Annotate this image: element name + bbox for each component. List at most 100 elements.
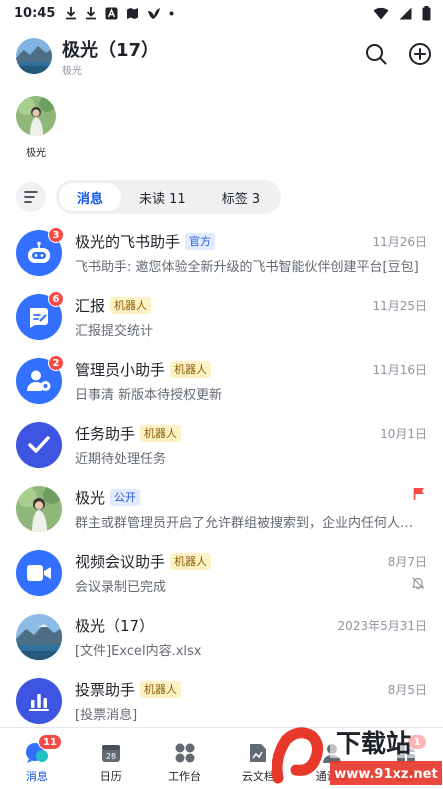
bird-icon (148, 7, 161, 19)
nav-cloud-docs[interactable]: 云文档 (221, 728, 295, 789)
contacts-icon (323, 744, 342, 763)
video-avatar (16, 550, 62, 596)
mute-indicator (411, 575, 425, 594)
bottom-nav: 11 消息 28 日历 工作台 云文档 通讯录 1 更多 (0, 727, 443, 789)
download-icon (66, 7, 77, 20)
chat-tag: 公开 (110, 489, 141, 506)
unread-badge: 2 (48, 355, 64, 371)
nav-label: 通讯录 (315, 770, 349, 783)
nav-label: 消息 (25, 770, 48, 783)
calendar-day: 28 (106, 752, 116, 761)
nav-workbench[interactable]: 工作台 (148, 728, 222, 789)
nav-badge: 1 (407, 734, 428, 750)
chat-row[interactable]: 视频会议助手 机器人 8月7日 会议录制已完成 (0, 542, 443, 606)
chat-name: 极光的飞书助手 (75, 233, 181, 251)
tab-unread[interactable]: 未读 11 (121, 183, 204, 211)
chat-tag: 官方 (185, 233, 216, 250)
search-button[interactable] (362, 40, 390, 68)
contact-avatar (16, 486, 62, 532)
chat-preview: 飞书助手: 邀您体验全新升级的飞书智能伙伴创建平台[豆包] (75, 260, 419, 275)
filter-icon (24, 191, 38, 203)
nav-label: 工作台 (168, 770, 202, 783)
chat-row[interactable]: 2 管理员小助手 机器人 11月16日 日事清 新版本待授权更新 (0, 350, 443, 414)
chat-row[interactable]: 3 极光的飞书助手 官方 11月26日 飞书助手: 邀您体验全新升级的飞书智能伙伴… (0, 222, 443, 286)
chat-name: 管理员小助手 (75, 361, 166, 379)
contact-name: 极光 (26, 148, 46, 159)
video-icon (27, 565, 51, 581)
status-bar: 10:45 (0, 0, 443, 26)
filter-button[interactable] (16, 182, 46, 212)
chat-tag: 机器人 (170, 361, 212, 378)
message-tabs: 消息 未读 11 标签 3 (56, 180, 282, 214)
pinned-contact[interactable]: 极光 (14, 96, 58, 159)
task-icon (28, 436, 50, 453)
tab-messages[interactable]: 消息 (59, 183, 122, 211)
tab-labels[interactable]: 标签 3 (204, 183, 278, 211)
header: 极光（17） 极光 (0, 30, 443, 82)
workbench-icon (175, 743, 195, 763)
chat-name: 汇报 (75, 297, 106, 315)
flag-button[interactable] (413, 486, 425, 505)
add-button[interactable] (406, 40, 434, 68)
group-avatar (16, 614, 62, 660)
map-icon (127, 7, 139, 19)
chat-preview: 汇报提交统计 (75, 324, 154, 339)
chat-tag: 机器人 (140, 681, 182, 698)
chat-tag: 机器人 (140, 425, 182, 442)
page-subtitle: 极光 (62, 66, 82, 77)
robot-icon (28, 241, 50, 263)
chat-date: 10月1日 (380, 427, 427, 441)
report-icon (30, 308, 48, 328)
signal-icon (399, 7, 412, 19)
chat-row[interactable]: 投票助手 机器人 8月5日 [投票消息] (0, 670, 443, 734)
chat-name: 视频会议助手 (75, 553, 166, 571)
task-avatar (16, 422, 62, 468)
chat-tag: 机器人 (110, 297, 152, 314)
chat-list: 3 极光的飞书助手 官方 11月26日 飞书助手: 邀您体验全新升级的飞书智能伙伴… (0, 222, 443, 734)
chat-date: 11月26日 (372, 235, 427, 249)
contact-avatar (16, 96, 56, 136)
nav-contacts[interactable]: 通讯录 (295, 728, 369, 789)
chat-name: 极光（17） (75, 617, 155, 635)
search-icon (366, 44, 387, 65)
download-icon (86, 7, 97, 20)
chat-date: 8月7日 (387, 555, 427, 569)
flag-icon (413, 488, 424, 500)
chat-preview: 日事清 新版本待授权更新 (75, 388, 223, 403)
nav-calendar[interactable]: 28 日历 (74, 728, 148, 789)
chat-name: 投票助手 (75, 681, 136, 699)
nav-badge: 11 (38, 734, 62, 750)
chat-preview: 会议录制已完成 (75, 580, 167, 595)
add-circle-icon (409, 43, 431, 65)
translate-icon (105, 7, 118, 19)
page-title: 极光（17） (62, 40, 160, 61)
nav-label: 云文档 (241, 770, 275, 783)
dot-icon (169, 11, 174, 15)
chat-date: 11月25日 (372, 299, 427, 313)
chat-date: 8月5日 (387, 683, 427, 697)
wifi-icon (373, 7, 389, 19)
chat-date: 11月16日 (372, 363, 427, 377)
chat-row[interactable]: 6 汇报 机器人 11月25日 汇报提交统计 (0, 286, 443, 350)
chat-row[interactable]: 极光（17） 2023年5月31日 [文件]Excel内容.xlsx (0, 606, 443, 670)
chat-tag: 机器人 (170, 553, 212, 570)
unread-badge: 3 (48, 227, 64, 243)
nav-label: 更多 (395, 770, 418, 783)
chat-preview: 近期待处理任务 (75, 452, 167, 467)
chat-row[interactable]: 极光公开 群主或群管理员开启了允许群组被搜索到，企业内任何人都可以搜索到该群 (0, 478, 443, 542)
chat-name: 任务助手 (75, 425, 136, 443)
chat-name: 极光 (75, 489, 106, 507)
admin-icon (27, 370, 51, 391)
chat-preview: [文件]Excel内容.xlsx (75, 644, 202, 659)
group-avatar[interactable] (16, 38, 52, 74)
chat-date: 2023年5月31日 (337, 619, 427, 633)
status-time: 10:45 (14, 5, 56, 21)
nav-more[interactable]: 1 更多 (369, 728, 443, 789)
chat-row[interactable]: 任务助手 机器人 10月1日 近期待处理任务 (0, 414, 443, 478)
nav-label: 日历 (99, 770, 122, 783)
mute-icon (411, 577, 425, 590)
filter-row: 消息 未读 11 标签 3 (16, 180, 282, 214)
unread-badge: 6 (48, 291, 64, 307)
calendar-icon: 28 (101, 745, 120, 762)
nav-messages[interactable]: 11 消息 (0, 728, 74, 789)
